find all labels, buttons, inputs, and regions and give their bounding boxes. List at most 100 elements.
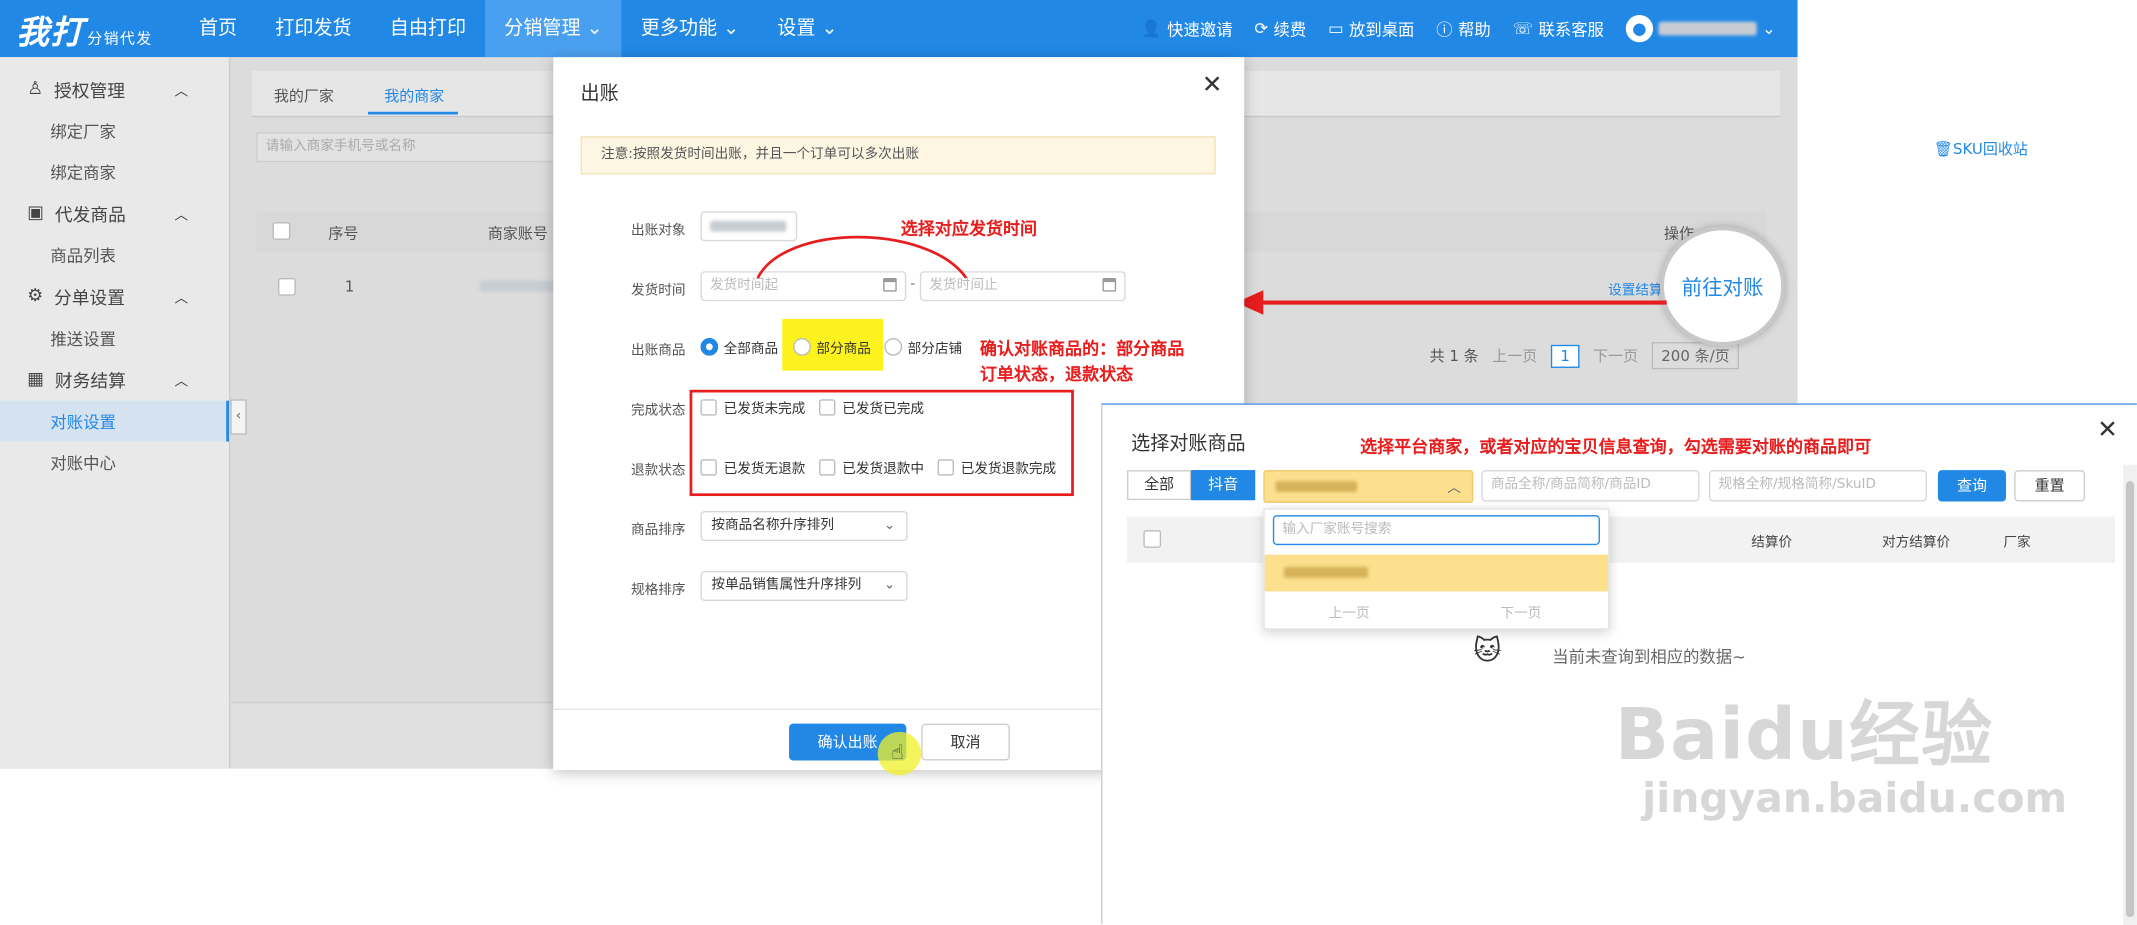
help-link[interactable]: ⓘ 帮助 bbox=[1436, 17, 1491, 40]
nav-settings[interactable]: 设置 ⌄ bbox=[758, 0, 856, 57]
chevron-down-icon: ⌄ bbox=[883, 517, 896, 533]
nav-print-ship[interactable]: 打印发货 bbox=[256, 0, 370, 57]
query-button[interactable]: 查询 bbox=[1937, 470, 2007, 502]
goods-sort-select[interactable]: 按商品名称升序排列 ⌄ bbox=[700, 511, 908, 542]
annotation-ship-time: 选择对应发货时间 bbox=[900, 218, 1038, 239]
sidebar-group-goods[interactable]: ▣ 代发商品 ︿ bbox=[0, 192, 229, 234]
watermark-url: jingyan.baidu.com bbox=[1642, 775, 2068, 824]
desktop-link[interactable]: ▭ 放到桌面 bbox=[1328, 17, 1414, 40]
dropdown-option[interactable] bbox=[1264, 554, 1609, 592]
watermark-logo: Baidu经验 bbox=[1614, 695, 1994, 777]
sidebar-group-split[interactable]: ⚙ 分单设置 ︿ bbox=[0, 275, 229, 317]
goto-reconcile-button[interactable]: 前往对账 bbox=[1682, 272, 1764, 301]
quick-invite-link[interactable]: 👤 快速邀请 bbox=[1141, 17, 1232, 40]
label-target: 出账对象 bbox=[630, 223, 686, 239]
spec-sort-select[interactable]: 按单品销售属性升序排列 ⌄ bbox=[700, 571, 908, 601]
page-size-select[interactable]: 200 条/页 bbox=[1651, 342, 1740, 370]
chevron-down-icon: ⌄ bbox=[723, 17, 740, 40]
radio-all-goods[interactable]: 全部商品 bbox=[700, 337, 778, 357]
factory-search-input[interactable]: 输入厂家账号搜索 bbox=[1272, 515, 1600, 546]
dropdown-next[interactable]: 下一页 bbox=[1500, 601, 1541, 621]
sidebar-item-reconcile-center[interactable]: 对账中心 bbox=[0, 442, 229, 483]
radio-partial-shops[interactable]: 部分店铺 bbox=[884, 337, 962, 357]
label-goods: 出账商品 bbox=[630, 343, 686, 359]
pagination: 共 1 条 上一页 1 下一页 200 条/页 bbox=[1429, 342, 1740, 370]
label-spec-sort: 规格排序 bbox=[630, 583, 686, 599]
row-checkbox[interactable] bbox=[278, 278, 296, 296]
sidebar-item-goods-list[interactable]: 商品列表 bbox=[0, 234, 229, 275]
sidebar-item-bind-factory[interactable]: 绑定厂家 bbox=[0, 110, 229, 151]
sku-search-input[interactable]: 规格全称/规格简称/SkuID bbox=[1708, 470, 1927, 502]
target-value-blurred bbox=[710, 220, 787, 232]
sidebar-group-auth[interactable]: ♙ 授权管理 ︿ bbox=[0, 68, 229, 110]
dropdown-prev[interactable]: 上一页 bbox=[1329, 601, 1370, 621]
avatar: ● bbox=[1625, 14, 1653, 43]
platform-merchant-select[interactable]: ︿ bbox=[1263, 470, 1474, 503]
sidebar-item-push-settings[interactable]: 推送设置 bbox=[0, 318, 229, 359]
sidebar-item-bind-merchant[interactable]: 绑定商家 bbox=[0, 151, 229, 192]
sidebar-collapse-button[interactable]: ‹ bbox=[230, 399, 247, 435]
annotation-select-goods: 选择平台商家，或者对应的宝贝信息查询，勾选需要对账的商品即可 bbox=[1360, 436, 1872, 457]
support-link[interactable]: ☏ 联系客服 bbox=[1513, 17, 1604, 40]
pagination-next[interactable]: 下一页 bbox=[1593, 345, 1638, 367]
annotation-goods-line1: 确认对账商品的：部分商品 bbox=[979, 337, 1185, 359]
tab-my-factory[interactable]: 我的厂家 bbox=[274, 84, 334, 106]
empty-cat-icon: 🐱 bbox=[1473, 633, 1502, 667]
merchant-value-blurred bbox=[1275, 481, 1358, 492]
goto-reconcile-magnifier: 前往对账 bbox=[1659, 226, 1786, 347]
box-icon: ▣ bbox=[27, 203, 45, 224]
select-all-checkbox[interactable] bbox=[272, 222, 291, 240]
col-factory: 厂家 bbox=[2003, 535, 2031, 551]
chevron-down-icon: ⌄ bbox=[586, 17, 603, 40]
tab-my-merchant[interactable]: 我的商家 bbox=[384, 84, 444, 106]
label-ship-time: 发货时间 bbox=[630, 283, 686, 299]
radio-partial-goods[interactable]: 部分商品 bbox=[793, 337, 871, 357]
user-icon: ♙ bbox=[27, 79, 44, 100]
segment-all[interactable]: 全部 bbox=[1127, 470, 1192, 501]
col-account: 商家账号 bbox=[487, 224, 548, 243]
gear-icon: ⚙ bbox=[27, 286, 44, 307]
pagination-page[interactable]: 1 bbox=[1550, 344, 1580, 368]
nav-free-print[interactable]: 自由打印 bbox=[371, 0, 485, 57]
pagination-total: 共 1 条 bbox=[1429, 347, 1479, 366]
sku-recycle-link[interactable]: 🗑SKU回收站 bbox=[1934, 138, 2028, 160]
app-logo[interactable]: 我打 分销代发 bbox=[16, 5, 152, 53]
renew-icon: ⟳ bbox=[1254, 19, 1269, 39]
topbar-actions: 👤 快速邀请 ⟳ 续费 ▭ 放到桌面 ⓘ 帮助 ☏ 联系客服 ● ⌄ bbox=[1141, 0, 1797, 57]
pagination-prev[interactable]: 上一页 bbox=[1492, 345, 1537, 367]
chevron-up-icon: ︿ bbox=[174, 374, 189, 390]
nav-more[interactable]: 更多功能 ⌄ bbox=[622, 0, 759, 57]
row-account-blurred bbox=[479, 280, 557, 292]
goods-search-input[interactable]: 商品全称/商品简称/商品ID bbox=[1481, 470, 1700, 502]
segment-douyin[interactable]: 抖音 bbox=[1191, 470, 1256, 501]
top-nav-bar: 我打 分销代发 首页 打印发货 自由打印 分销管理 ⌄ 更多功能 ⌄ 设置 ⌄ 👤… bbox=[0, 0, 1798, 58]
pointer-icon: ☝ bbox=[891, 740, 904, 765]
chevron-down-icon: ⌄ bbox=[1762, 19, 1776, 39]
cancel-button[interactable]: 取消 bbox=[921, 723, 1010, 761]
chevron-down-icon: ⌄ bbox=[883, 577, 896, 593]
trash-icon: 🗑 bbox=[1933, 140, 1953, 159]
select-all-checkbox[interactable] bbox=[1143, 530, 1162, 548]
arrow-annotation bbox=[1236, 290, 1667, 315]
scrollbar[interactable] bbox=[2123, 464, 2137, 925]
help-icon: ⓘ bbox=[1436, 19, 1453, 39]
monitor-icon: ▭ bbox=[1328, 19, 1344, 39]
label-complete: 完成状态 bbox=[630, 403, 686, 419]
sidebar: ♙ 授权管理 ︿ 绑定厂家 绑定商家 ▣ 代发商品 ︿ 商品列表 ⚙ 分单设置 ︿ 推送设置… bbox=[0, 57, 231, 769]
nav-home[interactable]: 首页 bbox=[180, 0, 256, 57]
merchant-search-input[interactable]: 请输入商家手机号或名称 bbox=[256, 132, 557, 163]
reset-button[interactable]: 重置 bbox=[2014, 470, 2086, 502]
close-icon[interactable]: ✕ bbox=[1202, 71, 1223, 100]
close-icon[interactable]: ✕ bbox=[2097, 416, 2118, 445]
chevron-down-icon: ⌄ bbox=[821, 17, 838, 40]
label-goods-sort: 商品排序 bbox=[630, 523, 686, 539]
label-refund: 退款状态 bbox=[630, 463, 686, 479]
user-menu[interactable]: ● ⌄ bbox=[1625, 14, 1776, 43]
renew-link[interactable]: ⟳ 续费 bbox=[1254, 17, 1306, 40]
notice-banner: 注意:按照发货时间出账，并且一个订单可以多次出账 bbox=[580, 136, 1216, 175]
add-user-icon: 👤 bbox=[1141, 19, 1162, 39]
nav-distribution[interactable]: 分销管理 ⌄ bbox=[485, 0, 622, 58]
sidebar-group-finance[interactable]: ▦ 财务结算 ︿ bbox=[0, 358, 229, 400]
sidebar-item-reconcile-settings[interactable]: 对账设置 bbox=[0, 400, 229, 442]
dialog-title: 出账 bbox=[580, 83, 619, 105]
